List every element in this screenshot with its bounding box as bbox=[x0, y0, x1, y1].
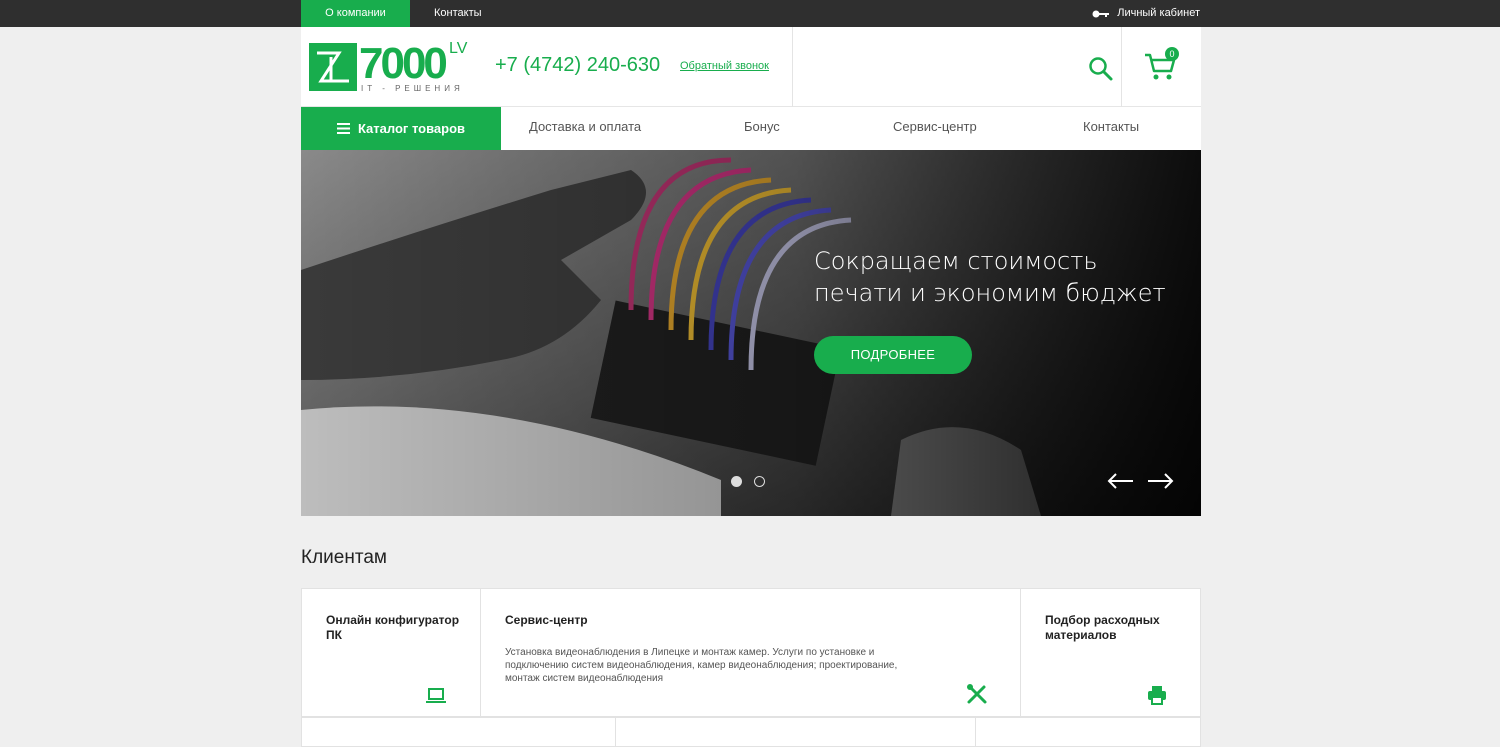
card-title: Онлайн конфигуратор ПК bbox=[326, 613, 460, 642]
logo-superscript: LV bbox=[449, 40, 468, 57]
cart-count-badge: 0 bbox=[1165, 47, 1179, 61]
tools-icon bbox=[967, 684, 987, 704]
slide-title-line2: печати и экономим бюджет bbox=[814, 279, 1166, 307]
phone-number[interactable]: +7 (4742) 240-630 bbox=[495, 54, 660, 77]
slide-more-button[interactable]: ПОДРОБНЕЕ bbox=[814, 336, 972, 374]
catalog-label: Каталог товаров bbox=[357, 121, 466, 136]
card-row2-item[interactable] bbox=[301, 717, 616, 747]
nav-item-bonus[interactable]: Бонус bbox=[744, 107, 780, 150]
top-link-contacts[interactable]: Контакты bbox=[434, 0, 482, 27]
card-title: Подбор расходных материалов bbox=[1045, 613, 1160, 642]
logo-text: 7000 bbox=[359, 39, 448, 88]
search-icon[interactable] bbox=[1088, 56, 1114, 82]
card-row2-item[interactable] bbox=[615, 717, 976, 747]
top-link-about[interactable]: О компании bbox=[301, 0, 410, 27]
slider-dot-2[interactable] bbox=[754, 476, 765, 487]
cabinet-label: Личный кабинет bbox=[1117, 7, 1200, 19]
logo-subtitle: IT - РЕШЕНИЯ bbox=[361, 84, 464, 93]
slide-title: Сокращаем стоимость печати и экономим бю… bbox=[814, 245, 1166, 309]
top-bar: О компании Контакты Личный кабинет bbox=[0, 0, 1500, 27]
site-header: 7000 LV IT - РЕШЕНИЯ +7 (4742) 240-630 О… bbox=[301, 27, 1201, 107]
laptop-icon bbox=[426, 688, 446, 703]
slider-dot-1[interactable] bbox=[731, 476, 742, 487]
card-service-center[interactable]: Сервис-центр Установка видеонаблюдения в… bbox=[480, 588, 1021, 717]
arrow-right-icon[interactable] bbox=[1146, 473, 1174, 489]
nav-item-contacts[interactable]: Контакты bbox=[1083, 107, 1139, 150]
clients-title: Клиентам bbox=[301, 547, 387, 568]
arrow-left-icon[interactable] bbox=[1107, 473, 1135, 489]
key-icon bbox=[1092, 10, 1110, 17]
header-divider bbox=[1121, 27, 1122, 107]
nav-item-delivery[interactable]: Доставка и оплата bbox=[529, 107, 641, 150]
hero-image bbox=[301, 150, 1201, 516]
personal-cabinet-link[interactable]: Личный кабинет bbox=[1092, 0, 1200, 27]
nav-item-service[interactable]: Сервис-центр bbox=[893, 107, 977, 150]
main-nav: Каталог товаров Доставка и оплата Бонус … bbox=[301, 107, 1201, 150]
card-consumables[interactable]: Подбор расходных материалов bbox=[1020, 588, 1201, 717]
hero-slider: Сокращаем стоимость печати и экономим бю… bbox=[301, 150, 1201, 516]
card-description: Установка видеонаблюдения в Липецке и мо… bbox=[505, 647, 898, 684]
printer-icon bbox=[1148, 686, 1166, 705]
header-divider bbox=[792, 27, 793, 107]
callback-link[interactable]: Обратный звонок bbox=[680, 60, 769, 72]
card-title: Сервис-центр bbox=[505, 613, 588, 627]
card-row2-item[interactable] bbox=[975, 717, 1201, 747]
menu-icon bbox=[336, 123, 350, 134]
card-pc-configurator[interactable]: Онлайн конфигуратор ПК bbox=[301, 588, 481, 717]
catalog-button[interactable]: Каталог товаров bbox=[301, 107, 501, 150]
slide-title-line1: Сокращаем стоимость bbox=[814, 247, 1098, 275]
logo[interactable]: 7000 LV IT - РЕШЕНИЯ bbox=[309, 39, 474, 97]
